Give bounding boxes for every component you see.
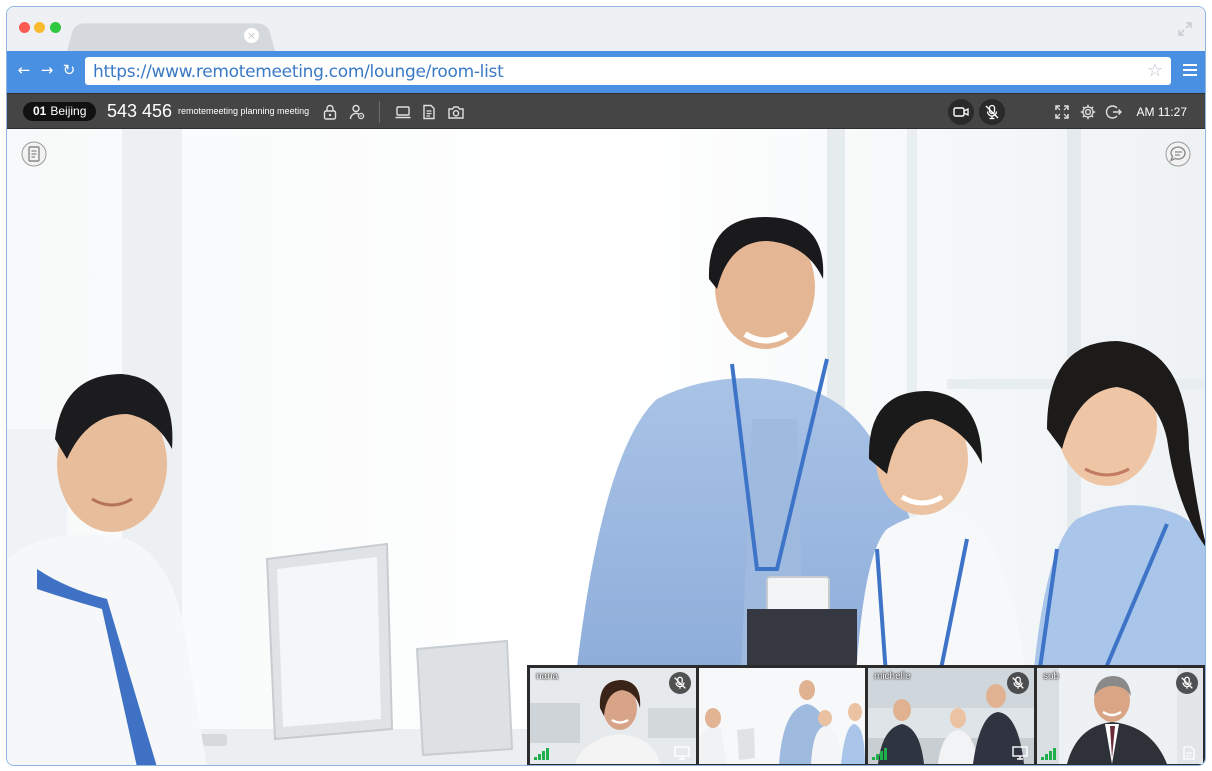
mic-muted-icon: [674, 676, 686, 689]
meeting-toolbar: 01 Beijing 543 456 remotemeeting planning…: [7, 93, 1205, 129]
participant-name: sob: [1043, 671, 1060, 682]
browser-window: × ← → ↻ https://www.remotemeeting.com/lo…: [6, 6, 1206, 766]
back-arrow-icon[interactable]: ←: [15, 61, 33, 79]
participant-tile[interactable]: michelle: [868, 668, 1034, 764]
mic-toggle-button[interactable]: [979, 99, 1005, 125]
participant-name: nana: [536, 671, 559, 682]
participant-video: [699, 668, 865, 764]
exit-icon[interactable]: [1105, 103, 1123, 121]
forward-arrow-icon[interactable]: →: [38, 61, 56, 79]
participant-mic-button[interactable]: [1007, 672, 1029, 694]
tab-close-icon[interactable]: ×: [244, 28, 259, 43]
mic-muted-icon: [1181, 676, 1193, 689]
participant-tile[interactable]: nana: [530, 668, 696, 764]
close-window-dot[interactable]: [19, 22, 30, 33]
participant-name: michelle: [874, 671, 911, 682]
lock-icon[interactable]: [321, 103, 339, 121]
address-bar[interactable]: https://www.remotemeeting.com/lounge/roo…: [85, 57, 1171, 85]
screen-share-icon[interactable]: [1012, 746, 1028, 760]
video-camera-icon: [953, 107, 969, 117]
notes-icon[interactable]: [21, 141, 47, 167]
clock: AM 11:27: [1136, 105, 1187, 119]
signal-strength-icon: [534, 748, 549, 760]
toolbar-divider: [379, 101, 380, 123]
user-settings-icon[interactable]: [348, 103, 366, 121]
star-icon[interactable]: ☆: [1145, 61, 1165, 81]
video-toggle-button[interactable]: [948, 99, 974, 125]
signal-strength-icon: [872, 748, 887, 760]
mic-muted-icon: [985, 104, 999, 120]
participant-strip: nana michelle sob: [527, 665, 1205, 765]
browser-titlebar: ×: [7, 7, 1205, 51]
room-index: 01: [33, 104, 47, 118]
participant-mic-button[interactable]: [1176, 672, 1198, 694]
room-number: 543 456: [107, 101, 173, 121]
settings-gear-icon[interactable]: [1079, 103, 1097, 121]
screen-share-icon[interactable]: [394, 103, 412, 121]
participant-mic-button[interactable]: [669, 672, 691, 694]
reload-icon[interactable]: ↻: [60, 61, 78, 79]
room-badge: 01 Beijing: [23, 102, 97, 121]
mic-muted-icon: [1012, 676, 1024, 689]
screen-share-icon[interactable]: [674, 746, 690, 760]
browser-navbar: ← → ↻ https://www.remotemeeting.com/loun…: [7, 51, 1205, 93]
signal-strength-icon: [1041, 748, 1056, 760]
room-title: remotemeeting planning meeting: [178, 106, 310, 116]
main-video-stage[interactable]: nana michelle sob: [7, 129, 1205, 765]
document-share-icon[interactable]: [1181, 746, 1197, 760]
zoom-window-dot[interactable]: [50, 22, 61, 33]
expand-icon[interactable]: [1177, 21, 1193, 37]
participant-tile[interactable]: sob: [1037, 668, 1203, 764]
camera-snapshot-icon[interactable]: [447, 103, 465, 121]
minimize-window-dot[interactable]: [34, 22, 45, 33]
chat-icon[interactable]: [1165, 141, 1191, 167]
fullscreen-icon[interactable]: [1053, 103, 1071, 121]
url-text[interactable]: https://www.remotemeeting.com/lounge/roo…: [93, 62, 504, 82]
participant-tile-active[interactable]: [699, 668, 865, 764]
document-icon[interactable]: [420, 103, 438, 121]
room-city: Beijing: [50, 104, 87, 118]
menu-icon[interactable]: [1183, 64, 1197, 76]
